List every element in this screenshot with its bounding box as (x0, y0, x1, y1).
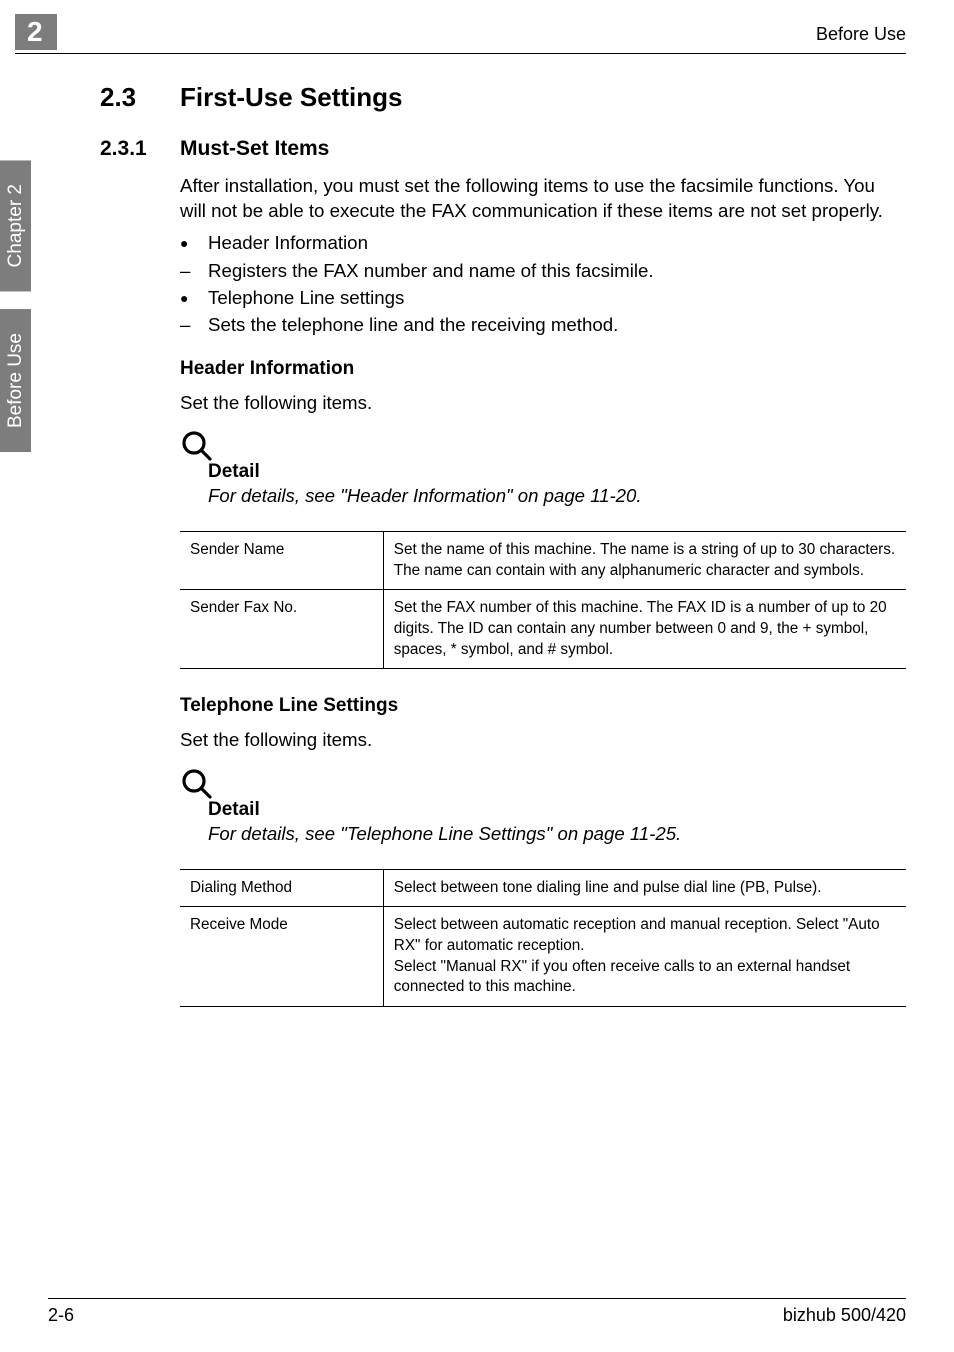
footer-page-number: 2-6 (48, 1305, 74, 1326)
cell-sender-name-desc: Set the name of this machine. The name i… (383, 532, 906, 590)
heading-2: 2.3.1 Must-Set Items (100, 137, 906, 161)
cell-receive-mode-label: Receive Mode (180, 907, 383, 1007)
side-tab-chapter: Chapter 2 (0, 160, 31, 291)
bullet-telephone-line: Telephone Line settings (180, 284, 906, 311)
h1-number: 2.3 (100, 82, 180, 113)
detail-text-2: For details, see "Telephone Line Setting… (208, 823, 906, 845)
intro-paragraph: After installation, you must set the fol… (180, 173, 906, 223)
set-following-2: Set the following items. (180, 727, 906, 752)
detail-text-1: For details, see "Header Information" on… (208, 485, 906, 507)
chapter-number-badge: 2 (15, 14, 57, 50)
table-telephone-line-settings: Dialing Method Select between tone diali… (180, 869, 906, 1007)
h2-title: Must-Set Items (180, 137, 329, 161)
table-header-information: Sender Name Set the name of this machine… (180, 531, 906, 669)
cell-dialing-method-desc: Select between tone dialing line and pul… (383, 869, 906, 907)
cell-dialing-method-label: Dialing Method (180, 869, 383, 907)
detail-label-2: Detail (208, 799, 906, 821)
footer-product-name: bizhub 500/420 (783, 1305, 906, 1326)
heading-1: 2.3 First-Use Settings (100, 82, 906, 113)
set-following-1: Set the following items. (180, 390, 906, 415)
bullet-header-info: Header Information (180, 229, 906, 256)
cell-sender-fax-desc: Set the FAX number of this machine. The … (383, 590, 906, 669)
cell-receive-mode-desc: Select between automatic reception and m… (383, 907, 906, 1007)
heading-header-information: Header Information (180, 358, 906, 380)
side-tabs: Chapter 2 Before Use (0, 160, 31, 453)
h1-title: First-Use Settings (180, 82, 403, 113)
header-section-name: Before Use (816, 24, 906, 49)
cell-sender-name-label: Sender Name (180, 532, 383, 590)
page-header: 2 Before Use (15, 14, 906, 54)
detail-label-1: Detail (208, 461, 906, 483)
heading-telephone-line-settings: Telephone Line Settings (180, 695, 906, 717)
dash-sets-telephone: Sets the telephone line and the receivin… (180, 311, 906, 338)
main-content: 2.3 First-Use Settings 2.3.1 Must-Set It… (100, 54, 906, 1007)
cell-sender-fax-label: Sender Fax No. (180, 590, 383, 669)
dash-registers-fax: Registers the FAX number and name of thi… (180, 257, 906, 284)
page-footer: 2-6 bizhub 500/420 (48, 1298, 906, 1326)
magnifier-icon (180, 429, 906, 463)
magnifier-icon (180, 767, 906, 801)
h2-number: 2.3.1 (100, 137, 180, 161)
side-tab-section: Before Use (0, 309, 31, 452)
